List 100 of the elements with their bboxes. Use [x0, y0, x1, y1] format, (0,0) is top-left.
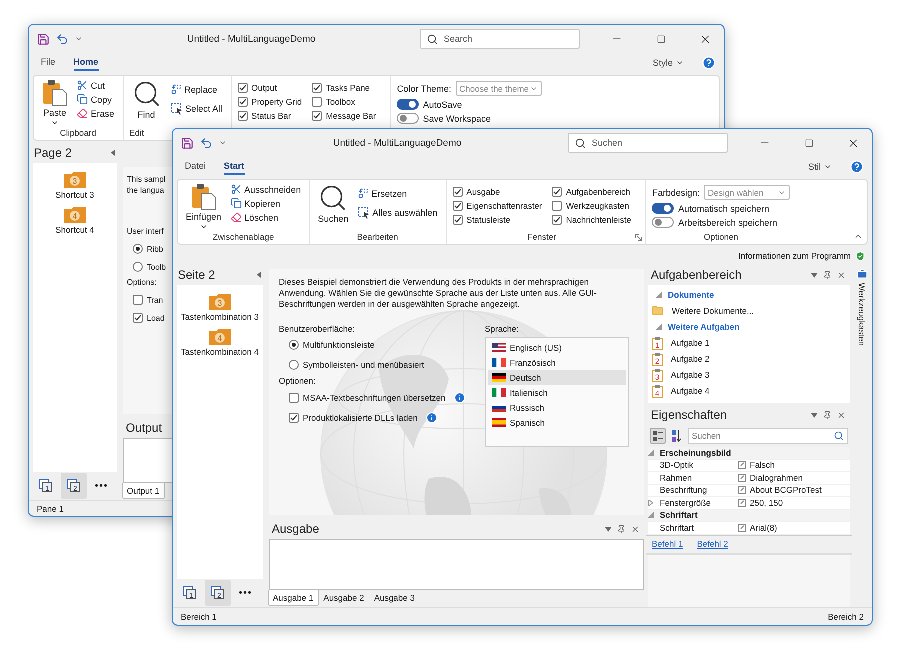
search-field[interactable]: Suchen — [688, 428, 848, 444]
erase-button[interactable]: Löschen — [228, 211, 304, 224]
output-tab[interactable]: Output 1 — [123, 483, 164, 498]
checkbox[interactable] — [552, 187, 562, 197]
list-item[interactable]: Französisch — [488, 355, 626, 370]
output-tab[interactable]: Ausgabe 3 — [370, 590, 419, 605]
checkbox[interactable] — [238, 97, 248, 107]
task-link[interactable]: Weitere Dokumente... — [652, 303, 846, 319]
dropdown-icon[interactable] — [605, 526, 612, 532]
copy-button[interactable]: Kopieren — [228, 197, 304, 210]
select-all-button[interactable]: Select All — [168, 102, 225, 116]
expand-icon[interactable] — [656, 292, 662, 298]
checkbox[interactable] — [452, 187, 463, 197]
collapse-icon[interactable] — [111, 150, 115, 156]
save-icon[interactable] — [37, 32, 50, 46]
toggle-switch[interactable] — [652, 217, 674, 228]
checkbox[interactable] — [452, 215, 463, 225]
list-item[interactable]: Englisch (US) — [488, 340, 626, 356]
style-menu[interactable]: Stil — [808, 162, 832, 172]
side-tab[interactable]: Werkzeugkasten — [857, 283, 867, 346]
caret-icon[interactable] — [219, 139, 227, 147]
more-button[interactable]: ••• — [233, 588, 259, 598]
radio-button[interactable] — [289, 360, 299, 370]
collapse-button[interactable] — [854, 232, 863, 241]
close-icon[interactable] — [631, 524, 640, 534]
dropdown-icon[interactable] — [811, 272, 818, 278]
select-all-button[interactable]: Alles auswählen — [356, 206, 440, 220]
pin-icon[interactable] — [617, 524, 626, 534]
shortcut-item[interactable]: 3 Tastenkombination 3 — [181, 293, 259, 322]
toggle-switch[interactable] — [397, 99, 420, 110]
list-item[interactable]: Deutsch — [488, 370, 626, 386]
shortcut-item[interactable]: 3 Shortcut 3 — [56, 171, 94, 200]
checkbox[interactable] — [312, 97, 322, 107]
help-icon[interactable] — [702, 56, 716, 70]
style-menu[interactable]: Style — [652, 58, 684, 68]
copy-button[interactable]: Copy — [75, 93, 117, 106]
list-item[interactable]: Italienisch — [488, 385, 626, 400]
checkbox-label: Nachrichtenleiste — [566, 215, 632, 225]
checkbox[interactable] — [452, 201, 463, 211]
paste-button[interactable]: Paste — [40, 79, 70, 127]
replace-button[interactable]: Ersetzen — [356, 187, 440, 200]
radio-button[interactable] — [133, 244, 143, 254]
pin-icon[interactable] — [823, 410, 832, 420]
paste-button[interactable]: Einfügen — [184, 183, 224, 231]
more-button[interactable]: ••• — [89, 480, 115, 492]
find-button[interactable]: Find — [130, 79, 164, 120]
property-value: 250, 150 — [750, 498, 784, 508]
theme-dropdown[interactable]: Design wählen — [704, 185, 790, 200]
close-icon[interactable] — [837, 270, 846, 280]
flag-icon — [492, 388, 506, 398]
shortcut-item[interactable]: 4 Shortcut 4 — [56, 206, 94, 235]
ribbon-tab[interactable]: Start — [224, 159, 245, 175]
erase-button[interactable]: Erase — [75, 107, 117, 120]
checkbox[interactable] — [552, 215, 562, 225]
ribbon-tab[interactable]: File — [41, 55, 56, 71]
list-item[interactable]: Spanisch — [488, 415, 626, 430]
checkbox[interactable] — [312, 83, 322, 93]
search-field[interactable]: Suchen — [568, 133, 728, 153]
expand-icon[interactable] — [656, 324, 662, 330]
ribbon-tab[interactable]: Datei — [185, 159, 206, 175]
ribbon-tab[interactable]: Home — [74, 55, 99, 71]
toggle-switch[interactable] — [652, 203, 674, 214]
shortcut-item[interactable]: 4 Tastenkombination 4 — [181, 328, 259, 357]
replace-button[interactable]: Replace — [168, 83, 225, 96]
checkbox[interactable] — [552, 201, 562, 211]
close-icon[interactable] — [837, 410, 846, 420]
cut-button[interactable]: Ausschneiden — [228, 183, 304, 196]
save-icon[interactable] — [181, 136, 194, 150]
output-tab[interactable]: Ausgabe 2 — [320, 590, 368, 605]
help-icon[interactable] — [850, 160, 864, 174]
collapse-icon[interactable] — [257, 272, 261, 278]
command-link[interactable]: Befehl 2 — [697, 539, 728, 549]
toolbox-icon[interactable] — [856, 269, 868, 280]
undo-icon[interactable] — [200, 136, 213, 150]
pin-icon[interactable] — [823, 270, 832, 280]
toggle-switch[interactable] — [397, 113, 420, 124]
categorized-button[interactable] — [650, 428, 666, 444]
radio-button[interactable] — [289, 340, 299, 350]
expand-icon[interactable] — [648, 500, 654, 506]
checkbox[interactable] — [312, 111, 322, 121]
info-link[interactable]: Informationen zum Programm — [738, 251, 851, 261]
expand-icon[interactable] — [648, 450, 654, 456]
checkbox[interactable] — [133, 295, 143, 305]
cut-button[interactable]: Cut — [75, 79, 117, 92]
checkbox[interactable] — [133, 313, 143, 323]
list-item[interactable]: Russisch — [488, 400, 626, 416]
command-link[interactable]: Befehl 1 — [652, 539, 684, 549]
caret-icon[interactable] — [75, 35, 83, 43]
expand-icon[interactable] — [648, 512, 654, 518]
checkbox[interactable] — [289, 393, 299, 404]
checkbox[interactable] — [289, 413, 299, 424]
checkbox[interactable] — [238, 83, 248, 93]
search-field[interactable]: Search — [420, 29, 580, 49]
radio-button[interactable] — [133, 262, 143, 272]
dropdown-icon[interactable] — [811, 412, 818, 418]
checkbox[interactable] — [238, 111, 248, 121]
find-button[interactable]: Suchen — [316, 183, 351, 224]
output-tab[interactable]: Ausgabe 1 — [269, 590, 318, 605]
undo-icon[interactable] — [56, 32, 69, 46]
theme-dropdown[interactable]: Choose the theme — [456, 81, 542, 96]
